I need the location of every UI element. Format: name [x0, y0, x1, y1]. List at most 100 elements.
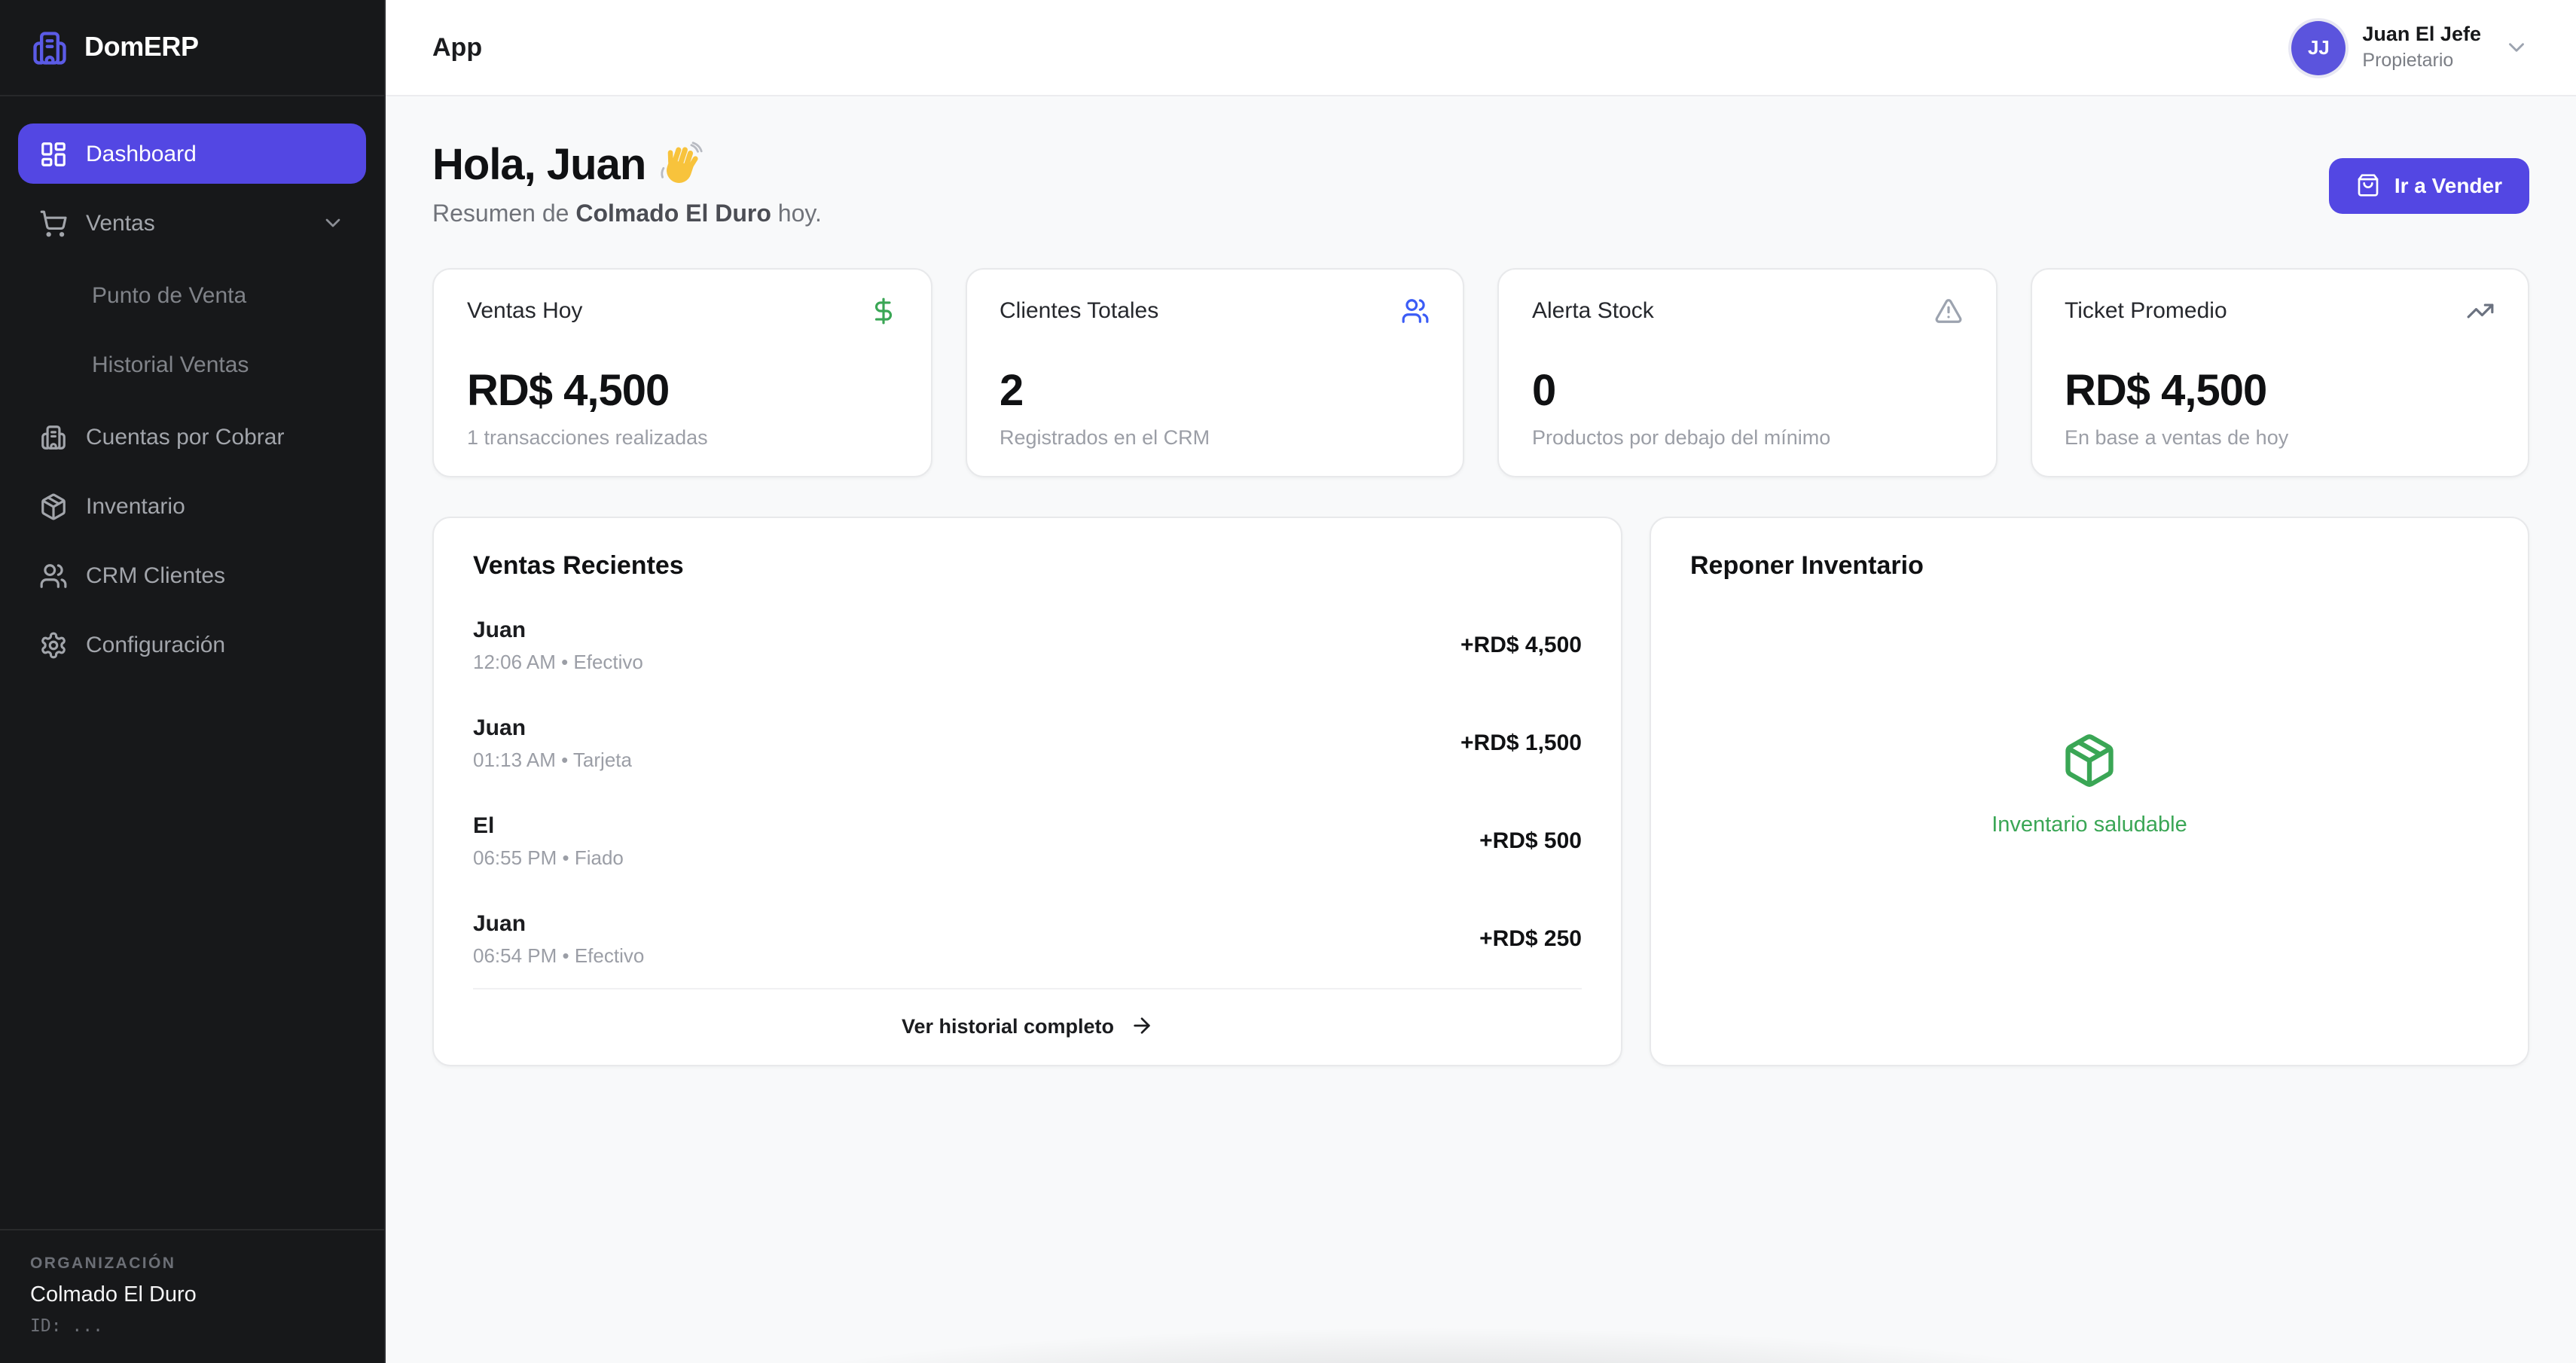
sale-info: El 06:55 PM • Fiado [473, 813, 624, 869]
recent-sales-title: Ventas Recientes [473, 551, 1582, 581]
sale-customer: Juan [473, 617, 643, 643]
sidebar-spacer [0, 702, 384, 1229]
dollar-sign-icon [868, 297, 897, 325]
chevron-down-icon [2504, 35, 2529, 60]
package-icon [39, 492, 68, 520]
sidebar-item-historial-ventas[interactable]: Historial Ventas [18, 337, 366, 392]
stat-label: Clientes Totales [1000, 298, 1158, 324]
sales-list: Juan 12:06 AM • Efectivo +RD$ 4,500 Juan 01:… [473, 596, 1582, 988]
stat-sub: En base a ventas de hoy [2065, 426, 2495, 449]
user-role: Propietario [2362, 49, 2481, 72]
sidebar-item-inventario[interactable]: Inventario [18, 476, 366, 536]
view-history-label: Ver historial completo [902, 1014, 1114, 1037]
ir-a-vender-button[interactable]: Ir a Vender [2330, 157, 2529, 213]
greeting-text: Hola, Juan [432, 142, 646, 191]
stat-value: 2 [1000, 367, 1430, 417]
view-history-link[interactable]: Ver historial completo [473, 988, 1582, 1065]
sidebar-item-label: Configuración [86, 632, 345, 657]
stat-sub: Productos por debajo del mínimo [1532, 426, 1962, 449]
sidebar-item-cuentas-por-cobrar[interactable]: Cuentas por Cobrar [18, 407, 366, 467]
layout-dashboard-icon [39, 139, 68, 168]
inventory-healthy-label: Inventario saludable [1992, 813, 2187, 837]
sidebar-nav: Dashboard Ventas Punto de Venta Historial V… [0, 96, 384, 702]
org-name: Colmado El Duro [30, 1283, 354, 1307]
page-head: Hola, Juan [432, 142, 2529, 229]
stat-value: RD$ 4,500 [467, 367, 897, 417]
users-icon [1401, 297, 1430, 325]
sale-meta: 06:54 PM • Efectivo [473, 944, 644, 967]
page-title: App [432, 32, 482, 63]
stat-value: RD$ 4,500 [2065, 367, 2495, 417]
stat-card-3: Ticket Promedio RD$ 4,500 En base a ventas… [2030, 268, 2529, 477]
user-name: Juan El Jefe [2362, 23, 2481, 48]
sale-info: Juan 12:06 AM • Efectivo [473, 617, 643, 673]
sale-meta: 12:06 AM • Efectivo [473, 651, 643, 673]
sale-customer: Juan [473, 911, 644, 937]
sale-row: Juan 12:06 AM • Efectivo +RD$ 4,500 [473, 596, 1582, 694]
stat-value: 0 [1532, 367, 1962, 417]
stat-sub: Registrados en el CRM [1000, 426, 1430, 449]
restock-panel: Reponer Inventario Inventario saludable [1650, 517, 2529, 1066]
arrow-right-icon [1129, 1014, 1153, 1038]
sale-amount: +RD$ 1,500 [1460, 730, 1582, 756]
sale-row: El 06:55 PM • Fiado +RD$ 500 [473, 792, 1582, 890]
greeting: Hola, Juan [432, 142, 822, 191]
avatar: JJ [2291, 20, 2346, 75]
package-icon [2061, 731, 2118, 788]
org-name-inline: Colmado El Duro [575, 202, 771, 227]
page-subtitle: Resumen de Colmado El Duro hoy. [432, 202, 822, 229]
user-menu[interactable]: JJ Juan El Jefe Propietario [2291, 20, 2529, 75]
brand-name: DomERP [84, 32, 199, 63]
building-icon [39, 422, 68, 451]
sidebar-item-label: Ventas [86, 210, 303, 236]
stat-label: Ticket Promedio [2065, 298, 2227, 324]
sidebar-item-dashboard[interactable]: Dashboard [18, 123, 366, 184]
sidebar-item-label: Dashboard [86, 141, 345, 166]
wave-emoji-icon [658, 141, 703, 186]
bottom-shadow [476, 1294, 2395, 1363]
cta-label: Ir a Vender [2394, 173, 2502, 197]
sale-info: Juan 01:13 AM • Tarjeta [473, 715, 632, 771]
sale-amount: +RD$ 500 [1479, 828, 1582, 854]
building-logo-icon [30, 28, 69, 67]
sale-customer: Juan [473, 715, 632, 741]
org-label: ORGANIZACIÓN [30, 1255, 354, 1273]
trending-up-icon [2466, 297, 2495, 325]
sale-customer: El [473, 813, 624, 839]
restock-title: Reponer Inventario [1690, 551, 2489, 581]
sale-amount: +RD$ 250 [1479, 926, 1582, 952]
sale-meta: 06:55 PM • Fiado [473, 846, 624, 869]
stat-card-0: Ventas HoyRD$ 4,5001 transacciones reali… [432, 268, 932, 477]
stats-row: Ventas HoyRD$ 4,5001 transacciones reali… [432, 268, 2529, 477]
sidebar-item-label: Inventario [86, 493, 345, 519]
brand: DomERP [0, 0, 384, 96]
sidebar-item-ventas[interactable]: Ventas [18, 193, 366, 253]
topbar: App JJ Juan El Jefe Propietario [386, 0, 2576, 96]
stat-card-2: Alerta Stock 0 Productos por debajo del mí… [1497, 268, 1997, 477]
stat-label: Alerta Stock [1532, 298, 1654, 324]
sidebar-item-label: CRM Clientes [86, 563, 345, 588]
sale-info: Juan 06:54 PM • Efectivo [473, 911, 644, 967]
sale-amount: +RD$ 4,500 [1460, 633, 1582, 658]
sale-row: Juan 06:54 PM • Efectivo +RD$ 250 [473, 890, 1582, 988]
users-icon [39, 561, 68, 590]
greeting-block: Hola, Juan [432, 142, 822, 229]
sidebar-item-configuracion[interactable]: Configuración [18, 614, 366, 675]
stat-card-1: Clientes Totales 2 Registrados en el CRM [965, 268, 1464, 477]
sidebar: DomERP Dashboard Ventas Punto de Venta Hist… [0, 0, 386, 1363]
recent-sales-panel: Ventas Recientes Juan 12:06 AM • Efectivo… [432, 517, 1622, 1066]
user-meta: Juan El Jefe Propietario [2362, 23, 2481, 73]
org-section: ORGANIZACIÓN Colmado El Duro ID: ... [0, 1229, 384, 1363]
sidebar-item-crm-clientes[interactable]: CRM Clientes [18, 545, 366, 605]
inventory-empty-state: Inventario saludable [1690, 581, 2489, 1032]
shopping-cart-icon [39, 209, 68, 237]
org-id: ID: ... [30, 1315, 354, 1336]
sale-meta: 01:13 AM • Tarjeta [473, 749, 632, 771]
sidebar-item-punto-de-venta[interactable]: Punto de Venta [18, 268, 366, 322]
main-area: App JJ Juan El Jefe Propietario Hola, Ju… [386, 0, 2576, 1363]
content: Hola, Juan [386, 96, 2576, 1363]
shopping-bag-icon [2357, 173, 2381, 197]
alert-triangle-icon [1934, 297, 1962, 325]
sidebar-item-label: Cuentas por Cobrar [86, 424, 345, 450]
panels-row: Ventas Recientes Juan 12:06 AM • Efectivo… [432, 517, 2529, 1066]
